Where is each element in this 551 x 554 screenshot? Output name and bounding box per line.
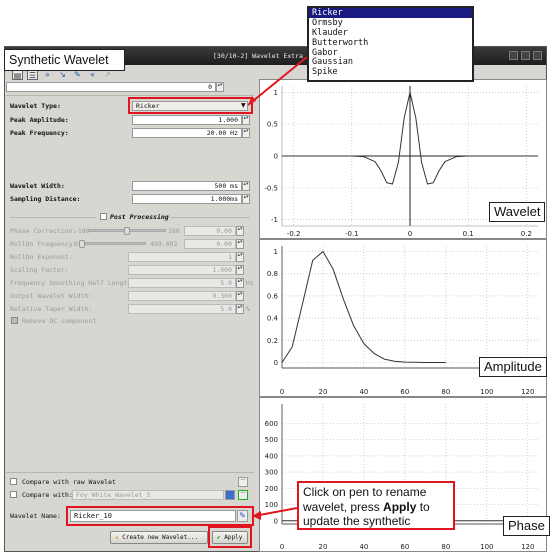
dropdown-option[interactable]: Butterworth bbox=[309, 38, 472, 48]
wavelet-type-dropdown-list[interactable]: Ricker Ormsby Klauder Butterworth Gabor Gauss… bbox=[307, 6, 474, 82]
dropdown-option[interactable]: Klauder bbox=[309, 28, 472, 38]
synthetic-wavelet-title: Synthetic Wavelet bbox=[4, 49, 125, 71]
dropdown-connector-line bbox=[247, 56, 308, 106]
dropdown-option[interactable]: Gaussian bbox=[309, 57, 472, 68]
instruction-text-bold: Apply bbox=[383, 499, 417, 514]
dropdown-option[interactable]: Ormsby bbox=[309, 18, 472, 28]
dropdown-option[interactable]: Spike bbox=[309, 67, 472, 77]
callout-connectors bbox=[247, 56, 308, 520]
dropdown-option[interactable]: Gabor bbox=[309, 48, 472, 58]
dropdown-connector-arrowhead bbox=[248, 96, 256, 105]
annotation-connector-arrowhead bbox=[252, 511, 261, 520]
dropdown-option[interactable]: Ricker bbox=[309, 8, 472, 18]
instruction-callout: Click on pen to rename wavelet, press Ap… bbox=[297, 481, 455, 530]
